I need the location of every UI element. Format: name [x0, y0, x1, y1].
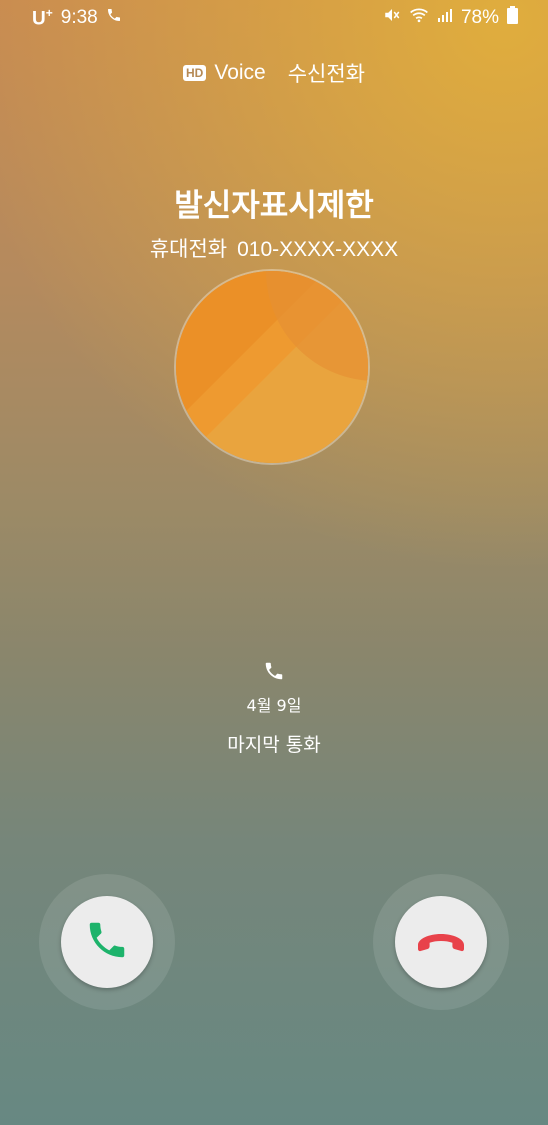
status-time: 9:38 — [60, 7, 98, 29]
status-bar: U+ 9:38 78% — [0, 0, 548, 34]
decline-call-icon — [414, 925, 468, 959]
caller-number-row: 휴대전화 010-XXXX-XXXX — [0, 233, 548, 263]
last-call-date: 4월 9일 — [246, 696, 302, 715]
accept-call-button[interactable] — [39, 874, 175, 1010]
call-status-icon — [106, 7, 122, 29]
caller-name: 발신자표시제한 — [174, 188, 374, 224]
status-right: 78% — [383, 6, 518, 30]
last-call-info: 4월 9일 마지막 통화 — [0, 660, 548, 757]
caller-avatar — [174, 269, 370, 465]
mute-icon — [383, 6, 401, 30]
last-call-label: 마지막 통화 — [227, 734, 321, 756]
battery-icon — [507, 6, 518, 30]
hd-voice-label: Voice — [214, 61, 266, 84]
decline-call-button[interactable] — [373, 874, 509, 1010]
status-left: U+ 9:38 — [32, 6, 122, 30]
decline-call-circle[interactable] — [395, 896, 487, 988]
wifi-icon — [409, 6, 429, 30]
phone-number: 010-XXXX-XXXX — [237, 238, 399, 261]
accept-call-circle[interactable] — [61, 896, 153, 988]
call-state-label: 수신전화 — [287, 63, 365, 86]
accept-call-icon — [84, 917, 130, 967]
number-type: 휴대전화 — [149, 238, 228, 261]
hd-voice-badge: HD — [183, 65, 207, 81]
battery-percent: 78% — [460, 7, 499, 28]
call-header: HD Voice 수신전화 — [0, 58, 548, 88]
phone-icon — [0, 660, 548, 686]
signal-icon — [437, 7, 453, 29]
carrier-label: U+ — [32, 6, 53, 30]
